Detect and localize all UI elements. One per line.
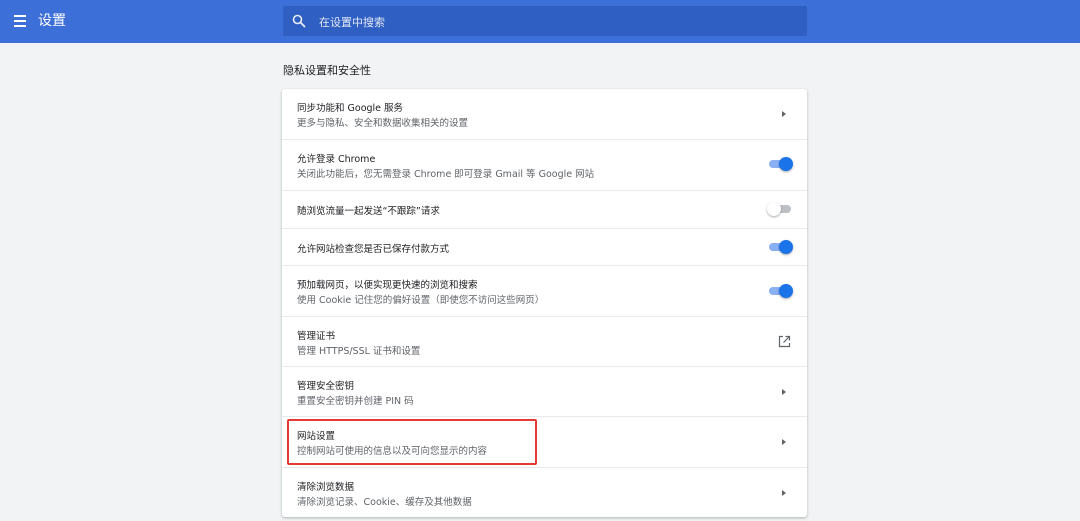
settings-row-allow-chrome-signin: 允许登录 Chrome 关闭此功能后，您无需登录 Chrome 即可登录 Gma… xyxy=(282,139,807,190)
row-title: 允许网站检查您是否已保存付款方式 xyxy=(297,244,450,255)
settings-row-security-keys[interactable]: 管理安全密钥 重置安全密钥并创建 PIN 码 xyxy=(282,366,807,416)
row-title: 网站设置 xyxy=(297,431,336,442)
preload-pages-toggle[interactable] xyxy=(767,284,793,298)
row-title: 管理安全密钥 xyxy=(297,381,355,392)
row-subtitle: 使用 Cookie 记住您的偏好设置（即使您不访问这些网页） xyxy=(297,295,545,306)
row-subtitle: 控制网站可使用的信息以及可向您显示的内容 xyxy=(297,446,488,457)
settings-row-sync[interactable]: 同步功能和 Google 服务 更多与隐私、安全和数据收集相关的设置 xyxy=(282,89,807,139)
allow-signin-toggle[interactable] xyxy=(767,157,793,171)
row-title: 随浏览流量一起发送“不跟踪”请求 xyxy=(297,206,440,217)
row-title: 允许登录 Chrome xyxy=(297,154,376,165)
row-subtitle: 更多与隐私、安全和数据收集相关的设置 xyxy=(297,118,469,129)
search-input[interactable] xyxy=(317,6,791,38)
settings-row-manage-certificates[interactable]: 管理证书 管理 HTTPS/SSL 证书和设置 xyxy=(282,316,807,366)
row-subtitle: 管理 HTTPS/SSL 证书和设置 xyxy=(297,346,421,357)
search-box[interactable] xyxy=(283,6,807,38)
row-subtitle: 关闭此功能后，您无需登录 Chrome 即可登录 Gmail 等 Google … xyxy=(297,169,595,180)
open-in-new-icon xyxy=(778,335,791,348)
settings-row-payment-methods: 允许网站检查您是否已保存付款方式 xyxy=(282,228,807,265)
settings-row-do-not-track: 随浏览流量一起发送“不跟踪”请求 xyxy=(282,190,807,228)
privacy-settings-card: 同步功能和 Google 服务 更多与隐私、安全和数据收集相关的设置 允许登录 … xyxy=(282,89,807,517)
row-title: 预加载网页，以便实现更快速的浏览和搜索 xyxy=(297,280,478,291)
settings-row-clear-browsing-data[interactable]: 清除浏览数据 清除浏览记录、Cookie、缓存及其他数据 xyxy=(282,467,807,517)
chevron-right-icon xyxy=(782,439,786,445)
chevron-right-icon xyxy=(782,490,786,496)
payment-methods-toggle[interactable] xyxy=(767,240,793,254)
search-icon xyxy=(292,14,306,28)
page-title: 设置 xyxy=(38,13,66,29)
row-title: 同步功能和 Google 服务 xyxy=(297,103,404,114)
top-bar: 设置 xyxy=(0,0,1080,43)
row-title: 管理证书 xyxy=(297,331,336,342)
chevron-right-icon xyxy=(782,389,786,395)
row-subtitle: 清除浏览记录、Cookie、缓存及其他数据 xyxy=(297,497,472,508)
do-not-track-toggle[interactable] xyxy=(767,202,793,216)
row-subtitle: 重置安全密钥并创建 PIN 码 xyxy=(297,396,414,407)
settings-row-preload-pages: 预加载网页，以便实现更快速的浏览和搜索 使用 Cookie 记住您的偏好设置（即… xyxy=(282,265,807,316)
row-title: 清除浏览数据 xyxy=(297,482,355,493)
chevron-right-icon xyxy=(782,111,786,117)
settings-row-site-settings[interactable]: 网站设置 控制网站可使用的信息以及可向您显示的内容 xyxy=(282,416,807,467)
hamburger-menu-icon[interactable] xyxy=(13,13,29,29)
section-title: 隐私设置和安全性 xyxy=(283,64,371,77)
